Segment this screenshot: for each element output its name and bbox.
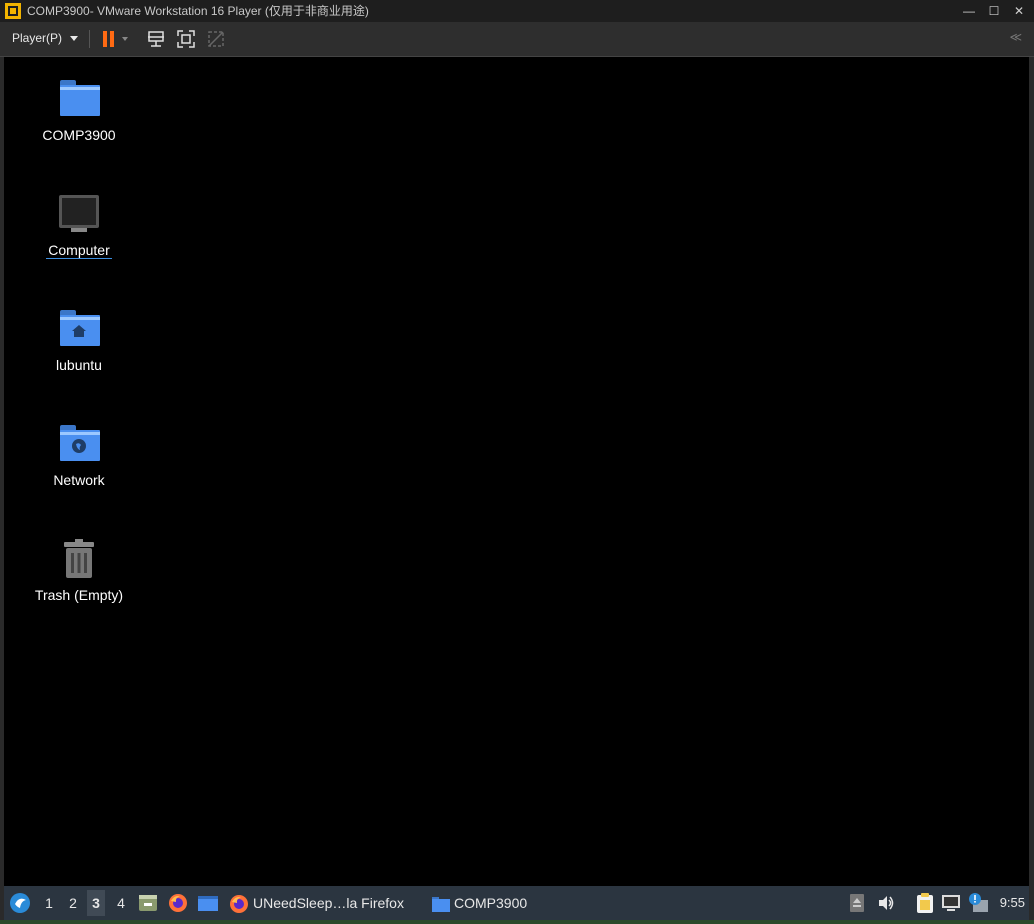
- task-label: UNeedSleep…la Firefox: [253, 895, 404, 911]
- player-menu-label: Player(P): [12, 31, 63, 45]
- vmware-logo-icon: [5, 3, 21, 19]
- desktop-icon-lubuntu[interactable]: lubuntu: [24, 307, 134, 373]
- desktop-icon-label: COMP3900: [42, 127, 116, 143]
- title-bar: COMP3900- VMware Workstation 16 Player (…: [0, 0, 1034, 22]
- update-notifier-icon[interactable]: [967, 892, 989, 914]
- trash-icon: [57, 537, 101, 581]
- workspace-3[interactable]: 3: [87, 890, 105, 916]
- desktop-icon-label: Network: [53, 472, 105, 488]
- vmware-toolbar: Player(P) ≪: [0, 22, 1034, 57]
- volume-icon[interactable]: [877, 894, 895, 912]
- desktop-icon-label: lubuntu: [56, 357, 102, 373]
- send-ctrl-alt-del-icon[interactable]: [146, 29, 166, 49]
- minimize-button[interactable]: —: [956, 0, 982, 22]
- close-button[interactable]: ✕: [1006, 0, 1032, 22]
- player-menu[interactable]: Player(P): [6, 22, 84, 56]
- removable-media-icon[interactable]: [849, 893, 865, 913]
- unity-mode-icon: [208, 31, 224, 47]
- collapse-toolbar-icon[interactable]: ≪: [1009, 30, 1022, 44]
- clipboard-icon[interactable]: [915, 892, 935, 914]
- chevron-down-icon: [70, 36, 79, 42]
- workspace-4[interactable]: 4: [112, 890, 130, 916]
- firefox-launcher-icon[interactable]: [168, 893, 188, 913]
- file-manager-launcher-icon[interactable]: [138, 893, 158, 913]
- pause-icon[interactable]: [100, 29, 128, 49]
- desktop-icon-network[interactable]: Network: [24, 422, 134, 488]
- monitor-icon: [57, 192, 101, 236]
- task-label: COMP3900: [454, 895, 528, 911]
- desktop-icon-label: Trash (Empty): [34, 587, 124, 603]
- vmware-window: COMP3900- VMware Workstation 16 Player (…: [0, 0, 1034, 924]
- folder-icon: [57, 77, 101, 121]
- network-folder-icon: [57, 422, 101, 466]
- toolbar-divider: [89, 30, 90, 48]
- task-comp3900[interactable]: COMP3900: [432, 886, 527, 920]
- fullscreen-icon[interactable]: [176, 29, 196, 49]
- workspace-1[interactable]: 1: [40, 890, 58, 916]
- desktop-icon-computer[interactable]: Computer: [24, 192, 134, 259]
- clock[interactable]: 9:55: [1000, 886, 1025, 920]
- folder-icon: [432, 897, 450, 913]
- lxqt-panel: 1 2 3 4 UNeedSleep…la Firefox COMP3900 9…: [4, 886, 1029, 920]
- host-desktop-strip: [0, 920, 1034, 924]
- home-folder-icon: [57, 307, 101, 351]
- desktop-icon-label: Computer: [46, 242, 112, 259]
- show-desktop-icon[interactable]: [197, 893, 219, 913]
- desktop-icon-comp3900[interactable]: COMP3900: [24, 77, 134, 143]
- guest-desktop[interactable]: COMP3900 Computer lubuntu Network Trash …: [4, 57, 1029, 920]
- workspace-2[interactable]: 2: [64, 890, 82, 916]
- window-title: COMP3900- VMware Workstation 16 Player (…: [27, 4, 369, 18]
- display-monitor-icon[interactable]: [941, 893, 961, 913]
- lubuntu-menu-icon[interactable]: [9, 892, 31, 914]
- task-firefox[interactable]: UNeedSleep…la Firefox: [229, 886, 404, 920]
- maximize-button[interactable]: ☐: [981, 0, 1007, 22]
- firefox-icon: [230, 895, 248, 914]
- desktop-icon-trash[interactable]: Trash (Empty): [24, 537, 134, 603]
